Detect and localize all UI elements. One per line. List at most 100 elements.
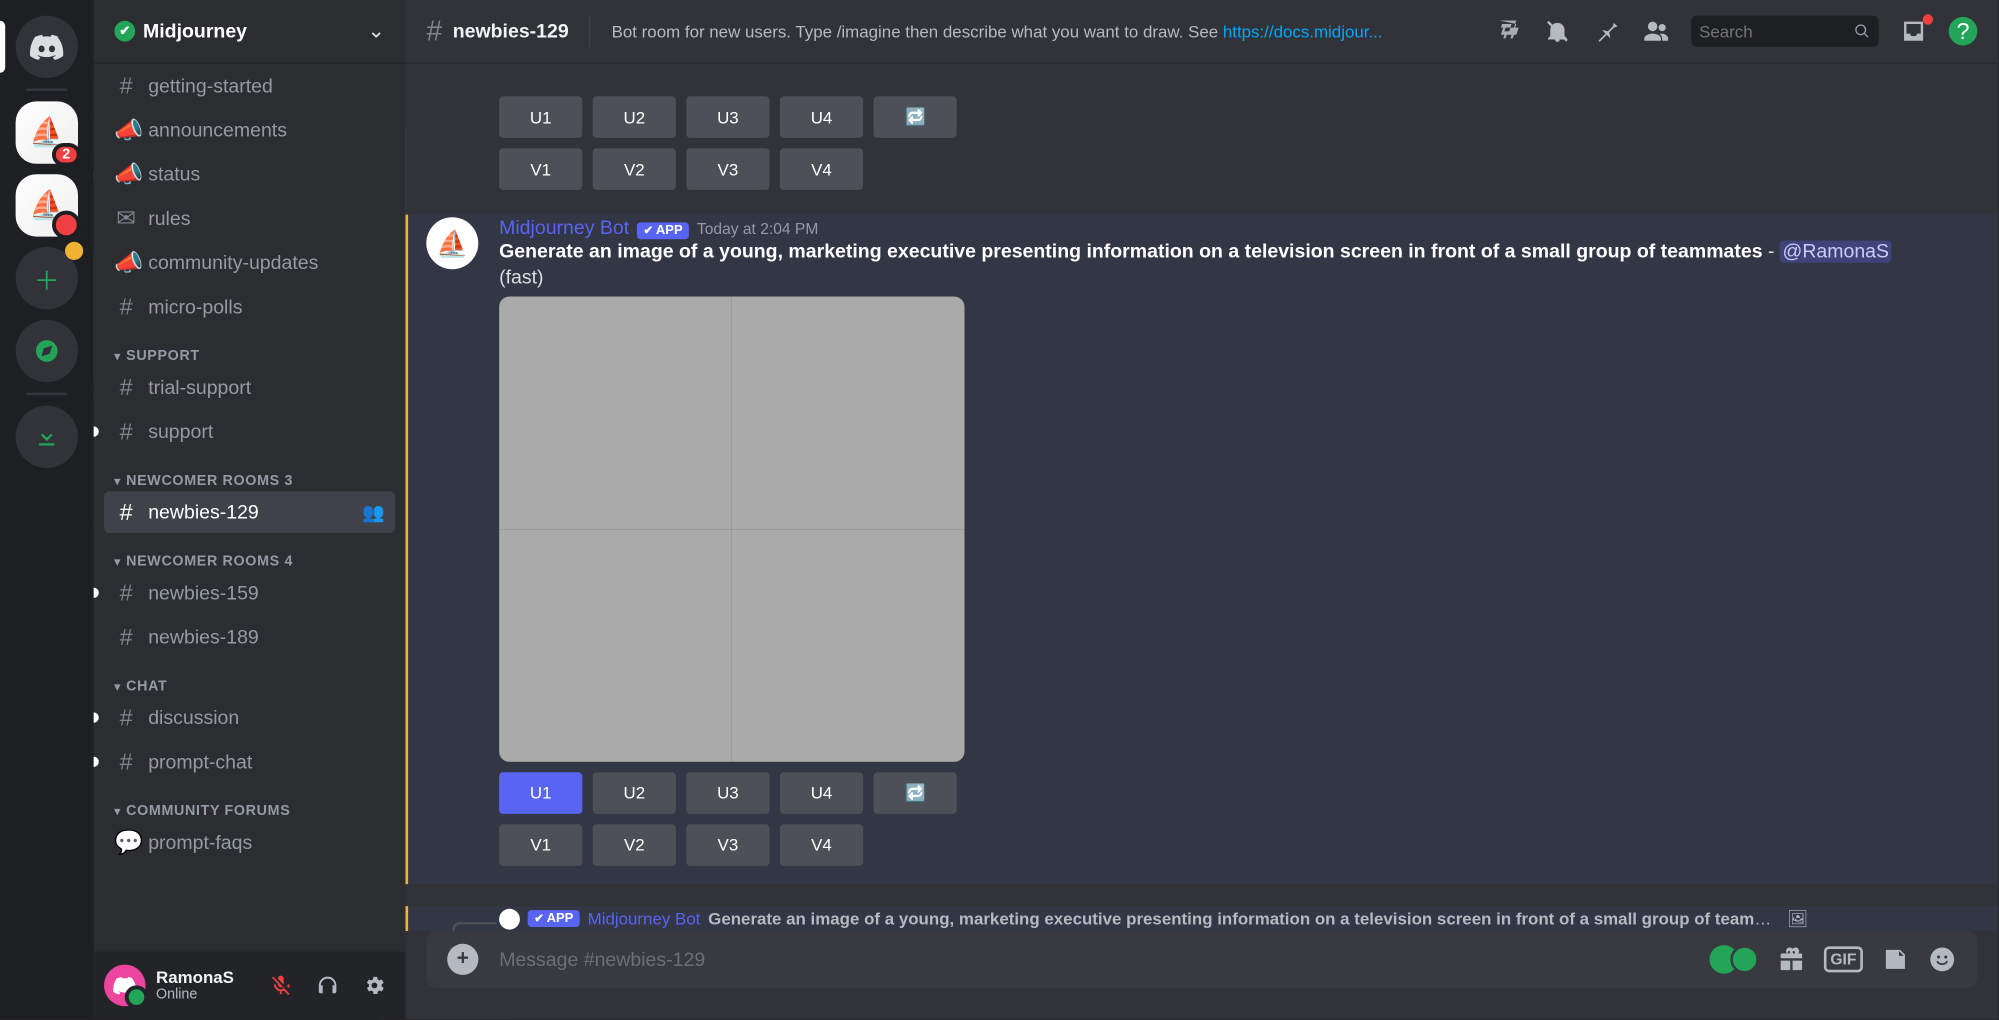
channel-newbies-129[interactable]: #newbies-129👥	[104, 491, 395, 533]
channel-newbies-189[interactable]: #newbies-189	[104, 616, 395, 658]
pinned-button[interactable]	[1593, 17, 1622, 46]
u2-button[interactable]: U2	[593, 96, 676, 138]
dm-button[interactable]	[16, 16, 78, 78]
channel-prompt-chat[interactable]: #prompt-chat	[104, 741, 395, 783]
channel-status[interactable]: 📣status	[104, 153, 395, 195]
channel-rules[interactable]: ✉rules	[104, 198, 395, 240]
notifications-button[interactable]	[1543, 17, 1572, 46]
hash-icon: #	[114, 499, 137, 526]
channel-support[interactable]: #support	[104, 411, 395, 453]
settings-button[interactable]	[354, 965, 396, 1007]
reroll-button[interactable]: 🔄	[874, 96, 957, 138]
channel-getting-started[interactable]: #getting-started	[104, 65, 395, 107]
create-invite-icon[interactable]: 👥	[362, 501, 385, 523]
reroll-button[interactable]: 🔄	[874, 772, 957, 814]
explore-servers-button[interactable]	[16, 320, 78, 382]
channel-trial-support[interactable]: #trial-support	[104, 367, 395, 409]
add-server-button[interactable]: ＋	[16, 247, 78, 309]
hash-icon: #	[114, 579, 137, 606]
user-info[interactable]: RamonaS Online	[156, 968, 250, 1002]
discord-icon	[113, 976, 136, 994]
channel-topic[interactable]: Bot room for new users. Type /imagine th…	[612, 21, 1484, 40]
message-composer[interactable]: + GIF	[426, 931, 1977, 988]
v3-button[interactable]: V3	[686, 148, 769, 190]
u1-button[interactable]: U1	[499, 96, 582, 138]
server-midjourney-1[interactable]: ⛵2	[16, 101, 78, 163]
download-apps-button[interactable]	[16, 406, 78, 468]
message-input[interactable]	[499, 948, 1689, 970]
search-icon	[1854, 22, 1870, 40]
members-button[interactable]	[1642, 17, 1671, 46]
message-mode: (fast)	[499, 266, 1936, 288]
emoji-button[interactable]	[1928, 945, 1957, 974]
app-badge: APP	[528, 910, 580, 927]
author-avatar[interactable]: ⛵	[426, 217, 478, 269]
channel-list[interactable]: #getting-started 📣announcements 📣status …	[94, 62, 406, 951]
threads-button[interactable]	[1494, 17, 1523, 46]
message-author[interactable]: Midjourney Bot	[499, 217, 629, 239]
mic-muted-icon	[269, 974, 292, 997]
search-box[interactable]	[1691, 16, 1878, 47]
u3-button[interactable]: U3	[686, 96, 769, 138]
megaphone-icon: 📣	[114, 116, 137, 143]
inbox-button[interactable]	[1899, 17, 1928, 46]
channel-prompt-faqs[interactable]: 💬prompt-faqs	[104, 822, 395, 864]
hash-icon: #	[114, 623, 137, 650]
u1-button-active[interactable]: U1	[499, 772, 582, 814]
generated-image-grid[interactable]	[499, 296, 964, 761]
image-q3	[499, 529, 732, 762]
refresh-icon: 🔄	[905, 782, 926, 803]
server-separator	[26, 88, 68, 91]
sticker-icon	[1881, 945, 1910, 974]
channel-micro-polls[interactable]: #micro-polls	[104, 286, 395, 328]
channel-announcements[interactable]: 📣announcements	[104, 109, 395, 151]
deafen-button[interactable]	[307, 965, 349, 1007]
nitro-button[interactable]	[1709, 945, 1758, 974]
reply-spine	[452, 921, 496, 931]
user-mention[interactable]: @RamonaS	[1780, 241, 1892, 263]
server-list: ⛵2 ⛵ ＋	[0, 0, 94, 1019]
hash-icon: #	[114, 72, 137, 99]
attach-button[interactable]: +	[447, 944, 478, 975]
channel-community-updates[interactable]: 📣community-updates	[104, 242, 395, 284]
v2-button[interactable]: V2	[593, 824, 676, 866]
u4-button[interactable]: U4	[780, 772, 863, 814]
channel-newbies-159[interactable]: #newbies-159	[104, 572, 395, 614]
server-midjourney-2[interactable]: ⛵	[16, 174, 78, 236]
hash-icon: #	[114, 704, 137, 731]
u4-button[interactable]: U4	[780, 96, 863, 138]
category-chat[interactable]: CHAT	[104, 679, 395, 695]
gift-button[interactable]	[1777, 945, 1806, 974]
search-input[interactable]	[1699, 21, 1854, 40]
reply-preview: Generate an image of a young, marketing …	[708, 909, 1774, 929]
user-avatar[interactable]	[104, 965, 146, 1007]
category-support[interactable]: SUPPORT	[104, 348, 395, 364]
message-1: ⛵ Midjourney Bot APP Today at 2:04 PM Ge…	[406, 214, 1999, 883]
reply-reference[interactable]: APP Midjourney Bot Generate an image of …	[499, 908, 1936, 929]
members-icon	[1642, 17, 1671, 46]
gif-button[interactable]: GIF	[1824, 946, 1863, 972]
category-newcomer-4[interactable]: NEWCOMER ROOMS 4	[104, 554, 395, 570]
bell-muted-icon	[1543, 17, 1572, 46]
mute-button[interactable]	[260, 965, 302, 1007]
v2-button[interactable]: V2	[593, 148, 676, 190]
v3-button[interactable]: V3	[686, 824, 769, 866]
megaphone-icon: 📣	[114, 161, 137, 188]
sticker-button[interactable]	[1881, 945, 1910, 974]
message-2: APP Midjourney Bot Generate an image of …	[406, 906, 1999, 931]
message-list[interactable]: U1 U2 U3 U4 🔄 V1 V2 V3 V4 ⛵ Midjourney B…	[406, 62, 1999, 930]
u3-button[interactable]: U3	[686, 772, 769, 814]
threads-icon	[1494, 17, 1523, 46]
v4-button[interactable]: V4	[780, 824, 863, 866]
topic-link[interactable]: https://docs.midjour...	[1223, 21, 1383, 40]
category-community-forums[interactable]: COMMUNITY FORUMS	[104, 803, 395, 819]
v1-button[interactable]: V1	[499, 148, 582, 190]
u2-button[interactable]: U2	[593, 772, 676, 814]
v1-button[interactable]: V1	[499, 824, 582, 866]
help-button[interactable]: ?	[1949, 17, 1978, 46]
channel-discussion[interactable]: #discussion	[104, 697, 395, 739]
v4-button[interactable]: V4	[780, 148, 863, 190]
category-newcomer-3[interactable]: NEWCOMER ROOMS 3	[104, 473, 395, 489]
server-header[interactable]: ✔ Midjourney ⌄	[94, 0, 406, 62]
server-badge: 2	[52, 143, 81, 166]
